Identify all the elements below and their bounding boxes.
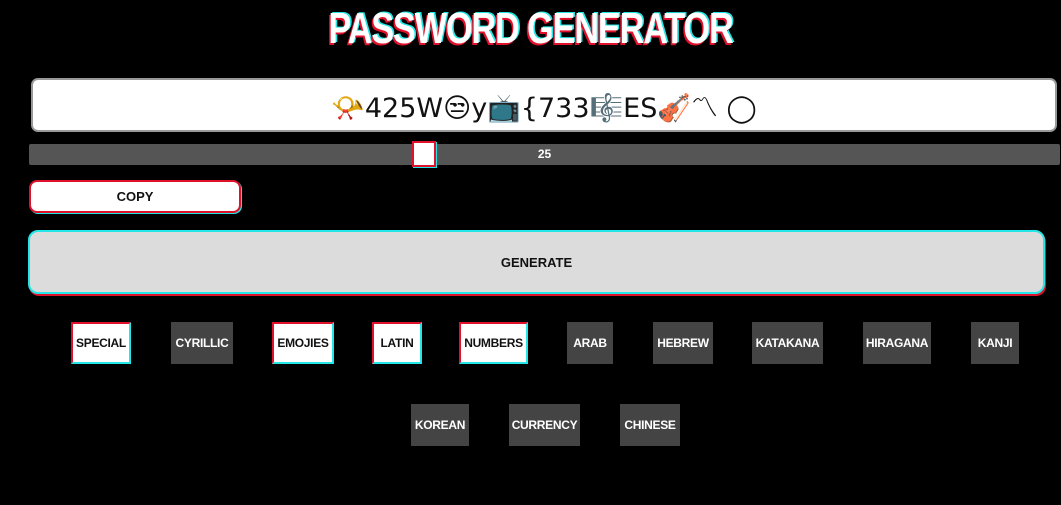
option-kanji[interactable]: KANJI <box>971 322 1019 364</box>
option-arab[interactable]: ARAB <box>567 322 613 364</box>
option-currency[interactable]: CURRENCY <box>509 404 580 446</box>
password-value: 📯425W😒y📺{733🎼ES🎻〽 ◯ <box>331 92 757 124</box>
page-title: PASSWORD GENERATOR <box>328 4 733 53</box>
option-hebrew[interactable]: HEBREW <box>653 322 713 364</box>
password-output[interactable]: 📯425W😒y📺{733🎼ES🎻〽 ◯ <box>31 78 1057 132</box>
option-cyrillic[interactable]: CYRILLIC <box>171 322 233 364</box>
option-katakana[interactable]: KATAKANA <box>752 322 823 364</box>
copy-button[interactable]: COPY <box>29 180 241 213</box>
generate-button[interactable]: GENERATE <box>28 230 1045 294</box>
option-numbers[interactable]: NUMBERS <box>459 322 528 364</box>
option-latin[interactable]: LATIN <box>372 322 422 364</box>
option-korean[interactable]: KOREAN <box>411 404 469 446</box>
option-hiragana[interactable]: HIRAGANA <box>863 322 931 364</box>
length-value: 25 <box>537 147 552 161</box>
option-emojies[interactable]: EMOJIES <box>272 322 334 364</box>
option-chinese[interactable]: CHINESE <box>620 404 680 446</box>
option-special[interactable]: SPECIAL <box>71 322 131 364</box>
